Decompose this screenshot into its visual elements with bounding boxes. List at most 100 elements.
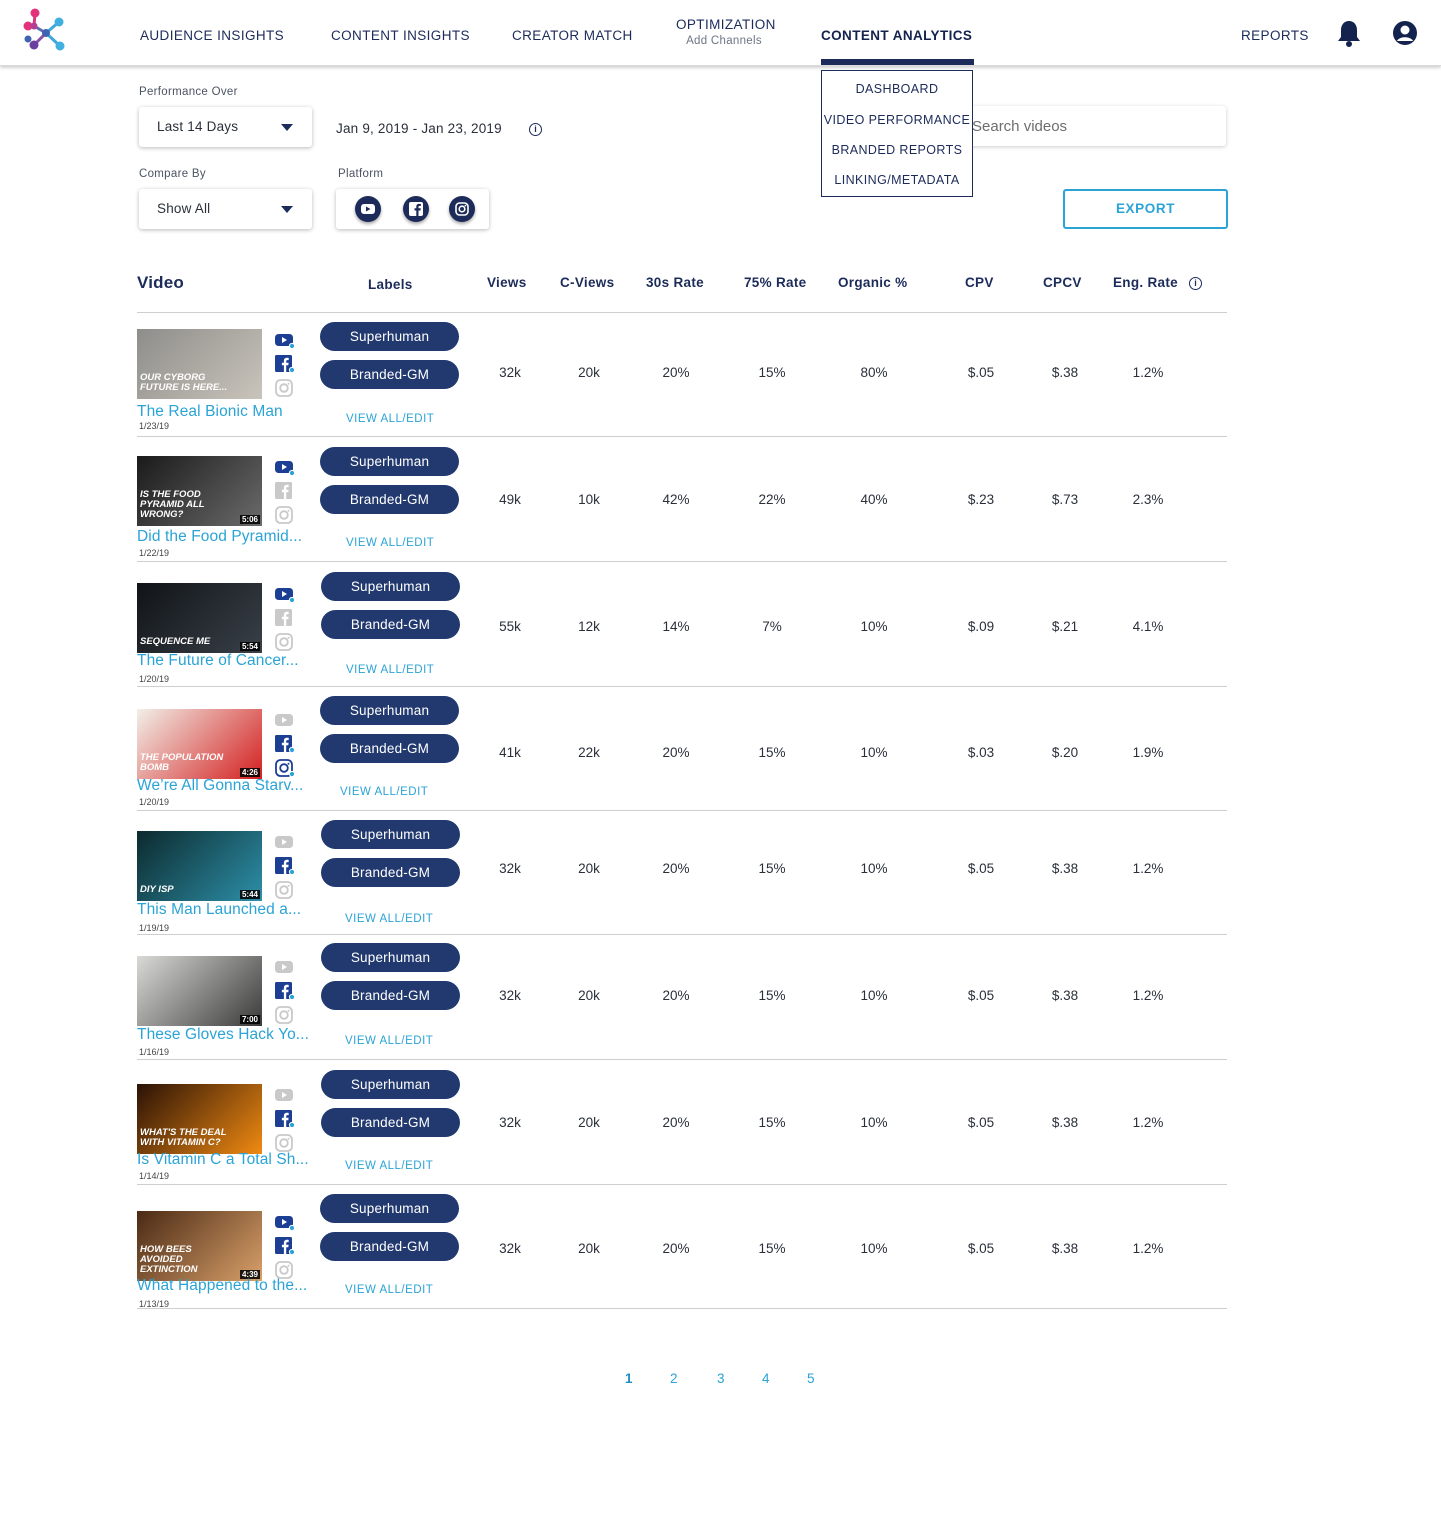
page-link[interactable]: 3 xyxy=(717,1371,725,1386)
menu-item-linking-metadata[interactable]: LINKING/METADATA xyxy=(822,173,972,187)
instagram-icon xyxy=(455,202,469,216)
view-all-edit-link[interactable]: VIEW ALL/EDIT xyxy=(346,537,434,549)
youtube-icon xyxy=(274,331,296,350)
video-thumbnail[interactable]: OUR CYBORG FUTURE IS HERE... xyxy=(137,329,262,399)
column-header-c-views[interactable]: C-Views xyxy=(560,275,614,290)
nav-content-insights[interactable]: CONTENT INSIGHTS xyxy=(331,28,470,43)
instagram-icon xyxy=(274,881,294,899)
cell-75-rate: 15% xyxy=(758,1241,786,1256)
page-link[interactable]: 5 xyxy=(807,1371,815,1386)
column-header-30s-rate[interactable]: 30s Rate xyxy=(646,275,704,290)
nav-creator-match[interactable]: CREATOR MATCH xyxy=(512,28,633,43)
caret-down-icon xyxy=(281,124,293,131)
view-all-edit-link[interactable]: VIEW ALL/EDIT xyxy=(345,1284,433,1296)
label-pill-superhuman[interactable]: Superhuman xyxy=(321,943,460,972)
video-thumbnail[interactable]: SEQUENCE ME 5:54 xyxy=(137,583,262,653)
label-pill-superhuman[interactable]: Superhuman xyxy=(320,322,459,351)
menu-item-dashboard[interactable]: DASHBOARD xyxy=(822,82,972,96)
facebook-icon xyxy=(274,982,296,1001)
label-pill-branded-gm[interactable]: Branded-GM xyxy=(320,360,459,389)
youtube-filter-button[interactable] xyxy=(355,196,381,222)
label-pill-branded-gm[interactable]: Branded-GM xyxy=(320,1232,459,1261)
logo-icon[interactable] xyxy=(22,6,72,56)
view-all-edit-link[interactable]: VIEW ALL/EDIT xyxy=(346,413,434,425)
video-thumbnail[interactable]: DIY ISP 5:44 xyxy=(137,831,262,901)
video-title-link[interactable]: Did the Food Pyramid... xyxy=(137,528,302,546)
export-button[interactable]: EXPORT xyxy=(1063,189,1228,229)
label-pill-branded-gm[interactable]: Branded-GM xyxy=(320,485,459,514)
cell-cpcv: $.38 xyxy=(1051,1115,1079,1130)
info-icon[interactable]: i xyxy=(529,123,542,136)
thumbnail-caption: THE POPULATION BOMB xyxy=(140,752,224,773)
nav-optimization[interactable]: OPTIMIZATION Add Channels xyxy=(676,17,775,47)
label-pill-branded-gm[interactable]: Branded-GM xyxy=(321,858,460,887)
user-icon[interactable] xyxy=(1392,20,1418,46)
column-header-organic[interactable]: Organic % xyxy=(838,275,907,290)
label-pill-superhuman[interactable]: Superhuman xyxy=(320,1194,459,1223)
table-row: 7:00 These Gloves Hack Yo... 1/16/19 Superh… xyxy=(0,936,1441,1060)
column-header-video[interactable]: Video xyxy=(137,273,184,293)
video-thumbnail[interactable]: IS THE FOOD PYRAMID ALL WRONG? 5:06 xyxy=(137,456,262,526)
video-title-link[interactable]: These Gloves Hack Yo... xyxy=(137,1026,309,1044)
page-link[interactable]: 4 xyxy=(762,1371,770,1386)
label-pill-branded-gm[interactable]: Branded-GM xyxy=(321,1108,460,1137)
nav-content-analytics[interactable]: CONTENT ANALYTICS xyxy=(821,28,972,43)
cell-c-views: 20k xyxy=(578,365,600,380)
label-pill-superhuman[interactable]: Superhuman xyxy=(320,696,459,725)
column-header-cpv[interactable]: CPV xyxy=(965,275,994,290)
date-range: Jan 9, 2019 - Jan 23, 2019 xyxy=(336,121,502,136)
label-pill-branded-gm[interactable]: Branded-GM xyxy=(321,610,460,639)
label-pill-superhuman[interactable]: Superhuman xyxy=(321,820,460,849)
view-all-edit-link[interactable]: VIEW ALL/EDIT xyxy=(340,786,428,798)
performance-over-select[interactable]: Last 14 Days xyxy=(139,107,312,147)
video-title-link[interactable]: Is Vitamin C a Total Sh... xyxy=(137,1151,309,1169)
view-all-edit-link[interactable]: VIEW ALL/EDIT xyxy=(345,913,433,925)
view-all-edit-link[interactable]: VIEW ALL/EDIT xyxy=(345,1160,433,1172)
view-all-edit-link[interactable]: VIEW ALL/EDIT xyxy=(346,664,434,676)
cell-c-views: 20k xyxy=(578,861,600,876)
video-thumbnail[interactable]: THE POPULATION BOMB 4:26 xyxy=(137,709,262,779)
platform-label: Platform xyxy=(338,168,384,180)
bell-icon[interactable] xyxy=(1337,19,1361,47)
page-link[interactable]: 1 xyxy=(625,1371,633,1386)
instagram-icon xyxy=(274,633,294,651)
nav-audience-insights[interactable]: AUDIENCE INSIGHTS xyxy=(140,28,284,43)
video-thumbnail[interactable]: HOW BEES AVOIDED EXTINCTION 4:39 xyxy=(137,1211,262,1281)
menu-item-video-performance[interactable]: VIDEO PERFORMANCE xyxy=(822,113,972,127)
thumbnail-caption: WHAT'S THE DEAL WITH VITAMIN C? xyxy=(140,1127,227,1148)
instagram-filter-button[interactable] xyxy=(449,196,475,222)
video-thumbnail[interactable]: WHAT'S THE DEAL WITH VITAMIN C? xyxy=(137,1084,262,1154)
video-date: 1/19/19 xyxy=(139,923,170,933)
video-title-link[interactable]: The Future of Cancer... xyxy=(137,652,299,670)
video-title-link[interactable]: We’re All Gonna Starv... xyxy=(137,777,303,795)
label-pill-branded-gm[interactable]: Branded-GM xyxy=(321,981,460,1010)
video-title-link[interactable]: What Happened to the... xyxy=(137,1277,307,1295)
column-header-cpcv[interactable]: CPCV xyxy=(1043,275,1082,290)
compare-by-select[interactable]: Show All xyxy=(139,189,312,229)
menu-item-branded-reports[interactable]: BRANDED REPORTS xyxy=(822,143,972,157)
column-header-labels[interactable]: Labels xyxy=(368,277,413,292)
label-pill-superhuman[interactable]: Superhuman xyxy=(320,447,459,476)
video-title-link[interactable]: The Real Bionic Man xyxy=(137,403,283,421)
video-date: 1/16/19 xyxy=(139,1047,170,1057)
table-row: SEQUENCE ME 5:54 The Future of Cancer... 1/… xyxy=(0,563,1441,687)
nav-reports[interactable]: REPORTS xyxy=(1241,28,1309,43)
info-icon[interactable]: i xyxy=(1189,277,1202,290)
cell-views: 32k xyxy=(499,1115,521,1130)
row-divider xyxy=(137,1308,1227,1309)
facebook-filter-button[interactable] xyxy=(403,196,429,222)
label-pill-branded-gm[interactable]: Branded-GM xyxy=(320,734,459,763)
cell-cpv: $.05 xyxy=(967,1241,995,1256)
video-title-link[interactable]: This Man Launched a... xyxy=(137,901,301,919)
label-pill-superhuman[interactable]: Superhuman xyxy=(321,1070,460,1099)
video-thumbnail[interactable]: 7:00 xyxy=(137,956,262,1026)
table-row: IS THE FOOD PYRAMID ALL WRONG? 5:06 Did th… xyxy=(0,438,1441,562)
view-all-edit-link[interactable]: VIEW ALL/EDIT xyxy=(345,1035,433,1047)
page-link[interactable]: 2 xyxy=(670,1371,678,1386)
cell-organic: 10% xyxy=(860,861,888,876)
column-header-75-rate[interactable]: 75% Rate xyxy=(744,275,806,290)
search-input[interactable] xyxy=(960,106,1226,146)
label-pill-superhuman[interactable]: Superhuman xyxy=(321,572,460,601)
column-header-eng-rate[interactable]: Eng. Rate xyxy=(1113,275,1178,290)
column-header-views[interactable]: Views xyxy=(487,275,527,290)
